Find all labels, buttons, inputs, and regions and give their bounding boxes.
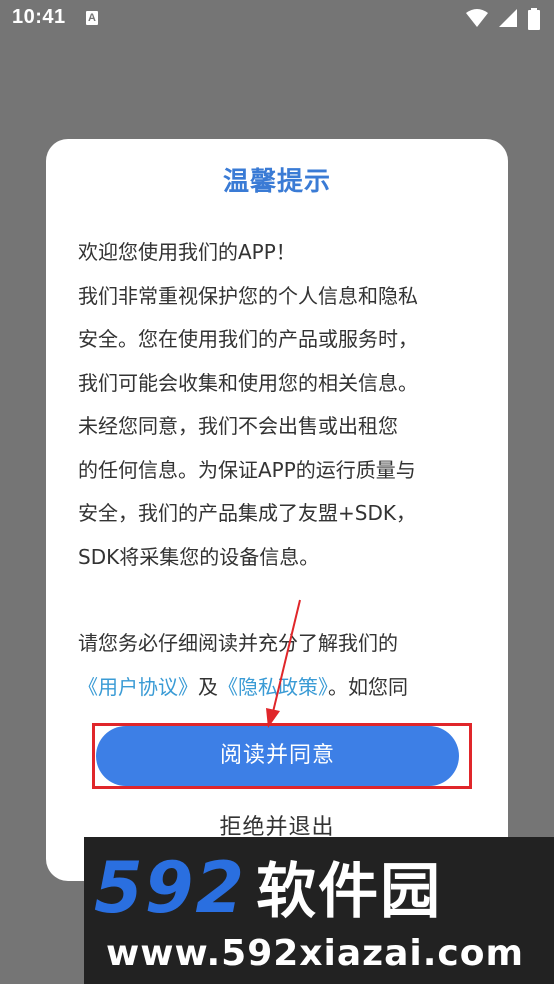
- privacy-policy-link[interactable]: 《隐私政策》: [218, 675, 328, 699]
- read-line: 请您务必仔细阅读并充分了解我们的: [78, 631, 398, 655]
- privacy-dialog: 温馨提示 欢迎您使用我们的APP！ 我们非常重视保护您的个人信息和隐私 安全。您…: [46, 139, 508, 881]
- body-line: 我们非常重视保护您的个人信息和隐私: [78, 283, 418, 308]
- body-line: 未经您同意，我们不会出售或出租您: [78, 414, 398, 438]
- body-line: 我们可能会收集和使用您的相关信息。: [78, 370, 418, 395]
- user-agreement-link[interactable]: 《用户协议》: [78, 675, 198, 699]
- battery-icon: [528, 8, 540, 30]
- tail-text: 。如您同: [328, 674, 408, 699]
- agree-button[interactable]: 阅读并同意: [96, 726, 459, 786]
- status-bar: 10:41 A: [0, 0, 554, 38]
- notification-a-icon: A: [86, 11, 98, 25]
- watermark: 592 软件园 www.592xiazai.com: [84, 837, 554, 984]
- status-time: 10:41: [12, 6, 66, 28]
- cell-signal-icon: [498, 9, 517, 27]
- wifi-icon: [465, 9, 488, 27]
- and-text: 及: [198, 674, 218, 699]
- watermark-number: 592: [94, 847, 247, 929]
- body-line: 的任何信息。为保证APP的运行质量与: [78, 457, 416, 482]
- watermark-url: www.592xiazai.com: [106, 933, 524, 974]
- body-line: 安全。您在使用我们的产品或服务时，: [78, 327, 418, 351]
- watermark-logo: 592 软件园: [94, 843, 442, 930]
- body-line: 欢迎您使用我们的APP！: [78, 240, 296, 264]
- watermark-text: 软件园: [256, 857, 443, 927]
- body-line: SDK将采集您的设备信息。: [78, 544, 320, 569]
- dialog-body: 欢迎您使用我们的APP！ 我们非常重视保护您的个人信息和隐私 安全。您在使用我们…: [78, 231, 486, 709]
- links-line: 《用户协议》及《隐私政策》。如您同: [78, 666, 486, 710]
- dialog-title: 温馨提示: [222, 167, 331, 197]
- body-line: 安全，我们的产品集成了友盟+SDK，: [78, 501, 416, 525]
- status-icons: [460, 8, 540, 30]
